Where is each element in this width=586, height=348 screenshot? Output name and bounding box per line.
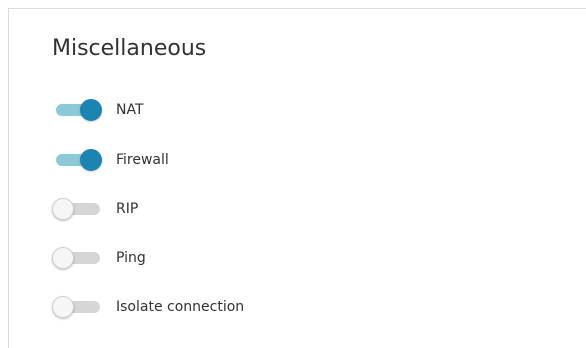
rip-label: RIP [116,201,139,217]
isolate-connection-label: Isolate connection [116,299,245,315]
miscellaneous-panel: Miscellaneous NAT Firewall RIP Ping Isol… [8,8,586,348]
firewall-toggle[interactable] [52,147,104,173]
toggle-knob [80,99,102,121]
firewall-label: Firewall [116,152,169,168]
nat-toggle[interactable] [52,97,104,123]
toggle-knob [80,149,102,171]
isolate-connection-toggle[interactable] [52,294,104,320]
nat-label: NAT [116,102,144,118]
rip-row: RIP [52,196,138,222]
toggle-knob [52,296,74,318]
ping-label: Ping [116,250,146,266]
toggle-knob [52,247,74,269]
nat-row: NAT [52,97,144,123]
ping-row: Ping [52,245,146,271]
section-title: Miscellaneous [52,36,207,61]
rip-toggle[interactable] [52,196,104,222]
isolate-connection-row: Isolate connection [52,294,244,320]
ping-toggle[interactable] [52,245,104,271]
toggle-knob [52,198,74,220]
firewall-row: Firewall [52,147,169,173]
